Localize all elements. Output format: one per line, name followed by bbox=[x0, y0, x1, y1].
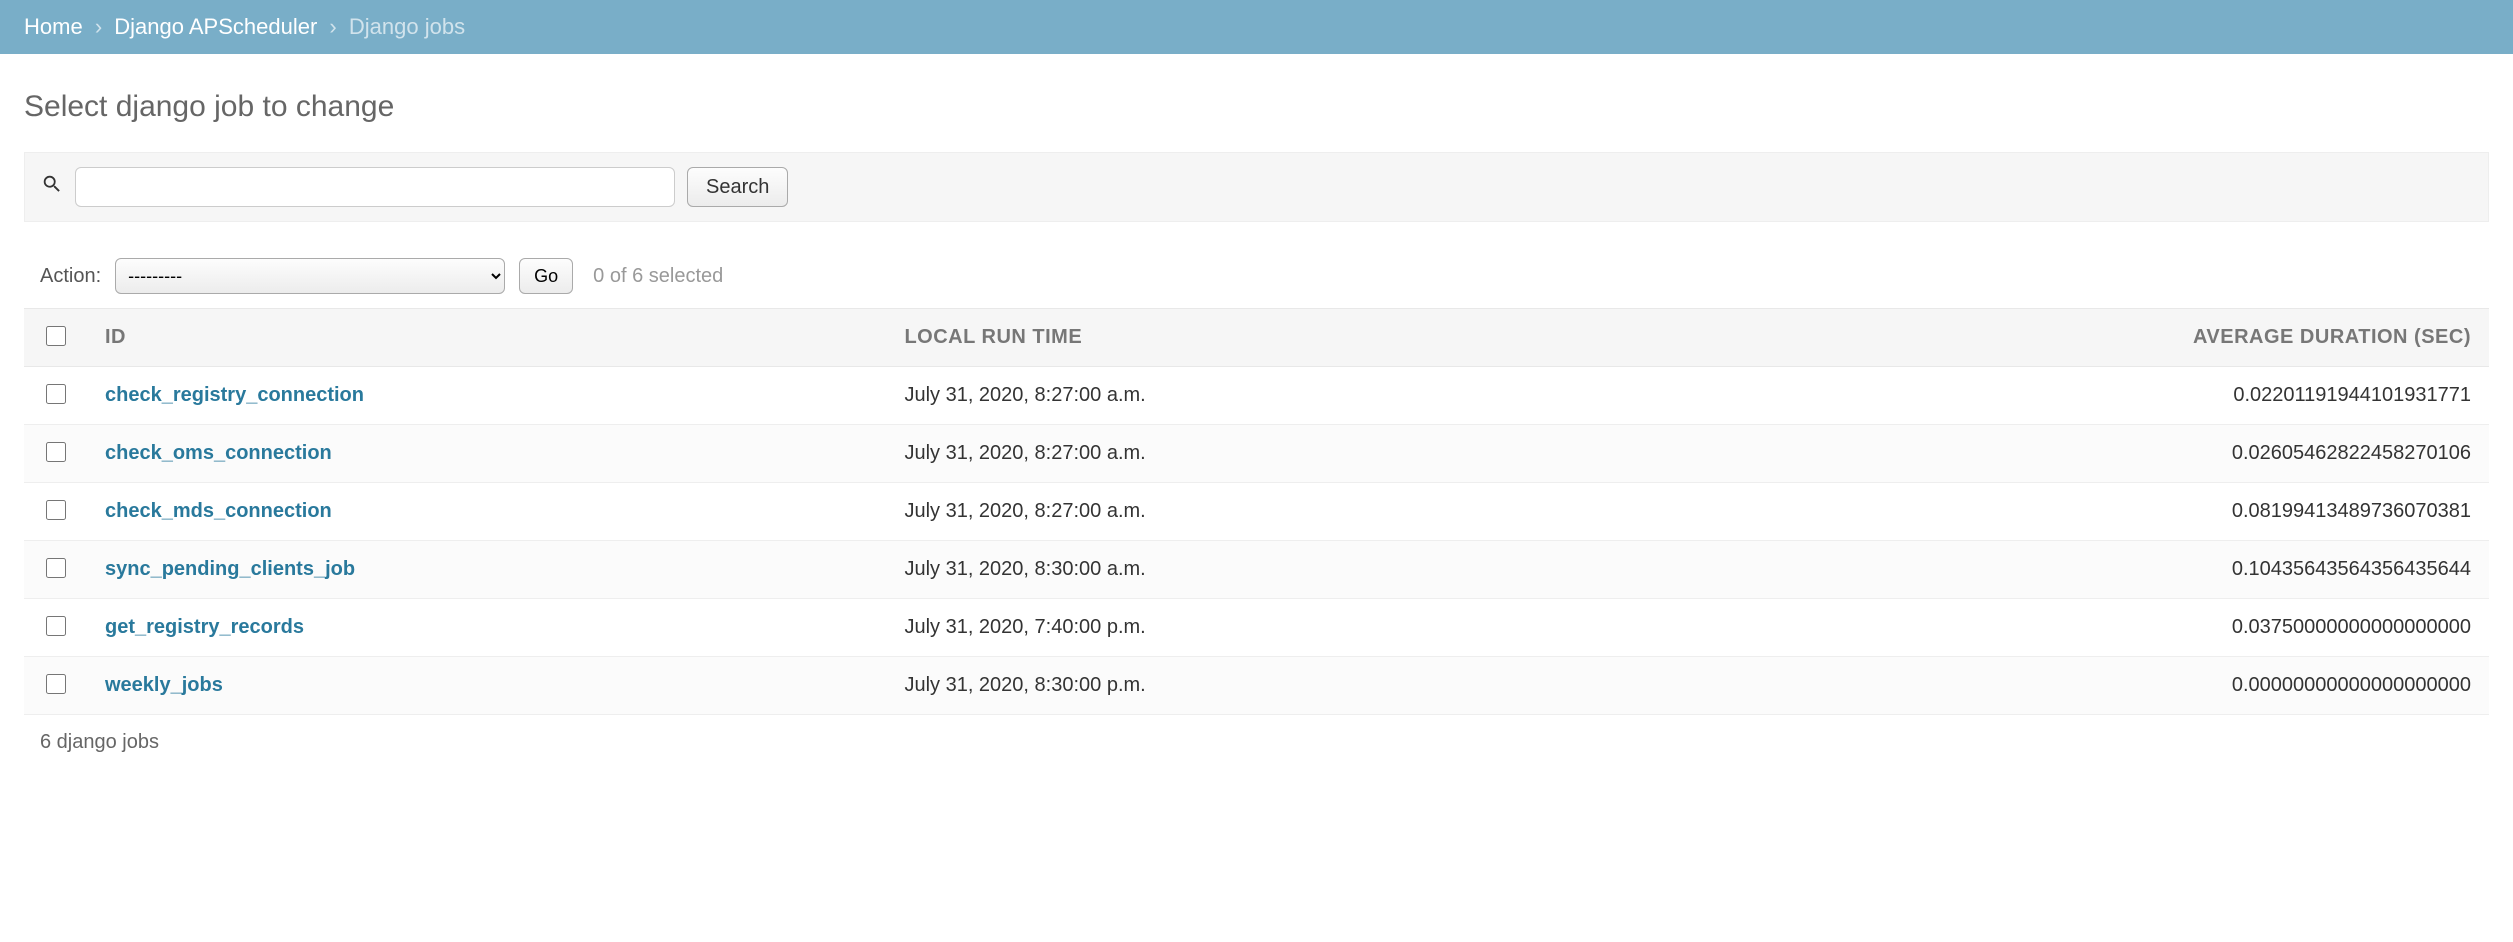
row-checkbox[interactable] bbox=[46, 384, 66, 404]
table-row: check_oms_connection July 31, 2020, 8:27:… bbox=[24, 425, 2489, 483]
job-link[interactable]: sync_pending_clients_job bbox=[105, 558, 355, 580]
table-row: weekly_jobs July 31, 2020, 8:30:00 p.m.0.… bbox=[24, 657, 2489, 715]
results-table: ID LOCAL RUN TIME AVERAGE DURATION (SEC)… bbox=[24, 308, 2489, 715]
row-checkbox[interactable] bbox=[46, 674, 66, 694]
search-bar: Search bbox=[24, 152, 2489, 222]
row-checkbox[interactable] bbox=[46, 500, 66, 520]
page-title: Select django job to change bbox=[24, 90, 2489, 124]
row-checkbox[interactable] bbox=[46, 442, 66, 462]
row-avg-duration: 0.02605462822458270106 bbox=[1638, 425, 2489, 483]
row-local-run-time: July 31, 2020, 8:27:00 a.m. bbox=[886, 425, 1637, 483]
breadcrumb-separator: › bbox=[95, 14, 102, 39]
column-header-select-all bbox=[24, 309, 87, 367]
row-checkbox-cell bbox=[24, 541, 87, 599]
go-button[interactable]: Go bbox=[519, 258, 573, 294]
actions-bar: Action: --------- Go 0 of 6 selected bbox=[24, 250, 2489, 308]
row-checkbox-cell bbox=[24, 657, 87, 715]
row-avg-duration: 0.10435643564356435644 bbox=[1638, 541, 2489, 599]
row-id-cell: check_registry_connection bbox=[87, 367, 886, 425]
row-checkbox-cell bbox=[24, 367, 87, 425]
search-input[interactable] bbox=[75, 167, 675, 207]
column-header-id[interactable]: ID bbox=[87, 309, 886, 367]
row-local-run-time: July 31, 2020, 8:30:00 p.m. bbox=[886, 657, 1637, 715]
select-all-checkbox[interactable] bbox=[46, 326, 66, 346]
breadcrumb-current: Django jobs bbox=[349, 14, 465, 39]
breadcrumb-separator: › bbox=[329, 14, 336, 39]
table-row: sync_pending_clients_job July 31, 2020, 8… bbox=[24, 541, 2489, 599]
breadcrumb-home[interactable]: Home bbox=[24, 14, 83, 39]
table-row: check_mds_connection July 31, 2020, 8:27:… bbox=[24, 483, 2489, 541]
row-local-run-time: July 31, 2020, 7:40:00 p.m. bbox=[886, 599, 1637, 657]
column-header-avg-duration[interactable]: AVERAGE DURATION (SEC) bbox=[1638, 309, 2489, 367]
row-avg-duration: 0.00000000000000000000 bbox=[1638, 657, 2489, 715]
job-link[interactable]: weekly_jobs bbox=[105, 674, 223, 696]
row-avg-duration: 0.02201191944101931771 bbox=[1638, 367, 2489, 425]
job-link[interactable]: check_mds_connection bbox=[105, 500, 332, 522]
row-local-run-time: July 31, 2020, 8:27:00 a.m. bbox=[886, 483, 1637, 541]
row-avg-duration: 0.03750000000000000000 bbox=[1638, 599, 2489, 657]
column-header-local-run-time[interactable]: LOCAL RUN TIME bbox=[886, 309, 1637, 367]
row-checkbox-cell bbox=[24, 425, 87, 483]
search-icon bbox=[41, 173, 63, 201]
paginator: 6 django jobs bbox=[24, 715, 2489, 762]
row-checkbox[interactable] bbox=[46, 616, 66, 636]
selection-count: 0 of 6 selected bbox=[593, 265, 723, 288]
row-id-cell: sync_pending_clients_job bbox=[87, 541, 886, 599]
row-local-run-time: July 31, 2020, 8:27:00 a.m. bbox=[886, 367, 1637, 425]
row-avg-duration: 0.08199413489736070381 bbox=[1638, 483, 2489, 541]
row-checkbox[interactable] bbox=[46, 558, 66, 578]
paginator-count: 6 django jobs bbox=[40, 731, 159, 753]
job-link[interactable]: get_registry_records bbox=[105, 616, 304, 638]
breadcrumb: Home › Django APScheduler › Django jobs bbox=[0, 0, 2513, 54]
row-checkbox-cell bbox=[24, 599, 87, 657]
action-label: Action: bbox=[40, 265, 101, 288]
row-id-cell: check_mds_connection bbox=[87, 483, 886, 541]
action-select[interactable]: --------- bbox=[115, 258, 505, 294]
table-row: get_registry_records July 31, 2020, 7:40:… bbox=[24, 599, 2489, 657]
job-link[interactable]: check_oms_connection bbox=[105, 442, 332, 464]
row-checkbox-cell bbox=[24, 483, 87, 541]
job-link[interactable]: check_registry_connection bbox=[105, 384, 364, 406]
breadcrumb-app[interactable]: Django APScheduler bbox=[114, 14, 317, 39]
row-local-run-time: July 31, 2020, 8:30:00 a.m. bbox=[886, 541, 1637, 599]
search-button[interactable]: Search bbox=[687, 167, 788, 207]
row-id-cell: check_oms_connection bbox=[87, 425, 886, 483]
row-id-cell: weekly_jobs bbox=[87, 657, 886, 715]
table-row: check_registry_connection July 31, 2020, … bbox=[24, 367, 2489, 425]
row-id-cell: get_registry_records bbox=[87, 599, 886, 657]
